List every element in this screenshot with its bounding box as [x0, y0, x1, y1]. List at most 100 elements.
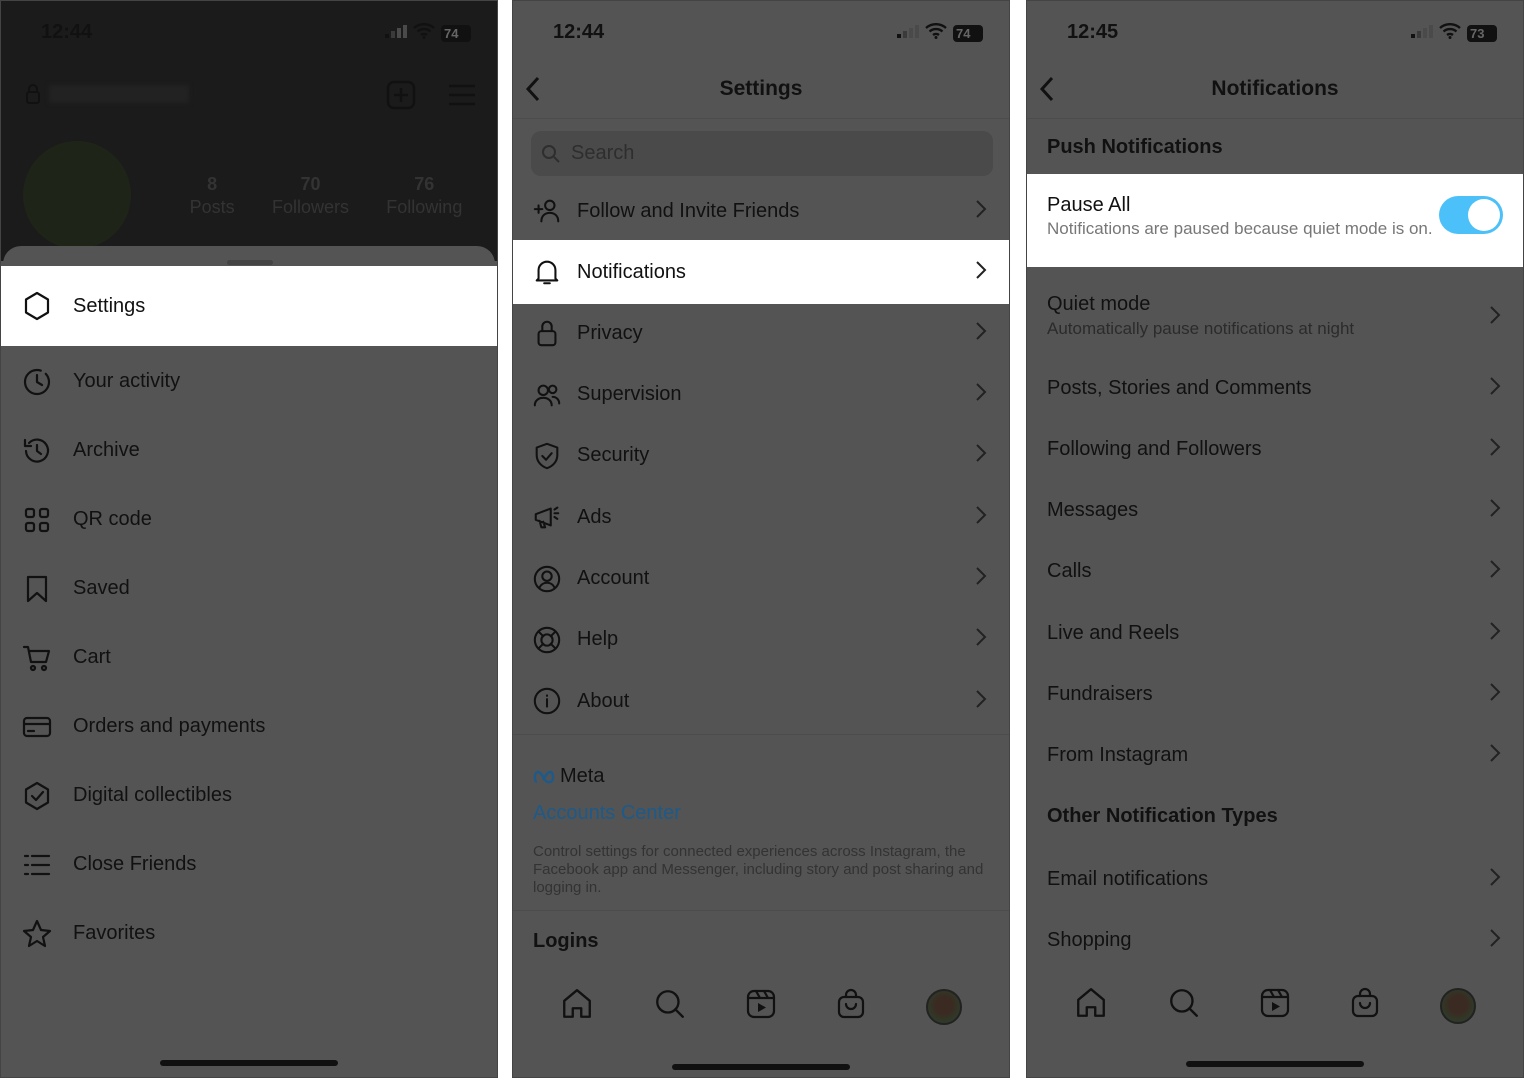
wifi-icon — [1439, 23, 1461, 44]
divider — [513, 910, 1009, 911]
notification-item-fundraisers[interactable]: Fundraisers — [1027, 665, 1523, 725]
bookmark-icon — [21, 573, 53, 605]
divider — [513, 118, 1009, 119]
settings-item-help[interactable]: Help — [513, 608, 1009, 672]
settings-item-label: Ads — [577, 505, 612, 528]
menu-item-orders-and-payments[interactable]: Orders and payments — [1, 692, 497, 761]
quiet-mode-row[interactable]: Quiet mode Automatically pause notificat… — [1027, 287, 1523, 347]
menu-item-digital-collectibles[interactable]: Digital collectibles — [1, 761, 497, 830]
menu-item-saved[interactable]: Saved — [1, 554, 497, 623]
settings-item-about[interactable]: About — [513, 669, 1009, 733]
stat-followers[interactable]: 70 Followers — [272, 173, 349, 219]
toggle-knob — [1468, 199, 1500, 231]
reels-icon[interactable] — [1259, 987, 1291, 1024]
search-input[interactable]: Search — [531, 131, 993, 176]
shop-icon[interactable] — [1349, 987, 1381, 1024]
search-icon[interactable] — [653, 987, 687, 1026]
stat-posts[interactable]: 8 Posts — [190, 173, 235, 219]
stat-following[interactable]: 76 Following — [386, 173, 462, 219]
notification-item-live-and-reels[interactable]: Live and Reels — [1027, 603, 1523, 663]
notification-item-posts-stories-and-comments[interactable]: Posts, Stories and Comments — [1027, 358, 1523, 418]
menu-item-label: Settings — [73, 294, 146, 317]
sheet-handle[interactable] — [227, 260, 273, 265]
menu-item-label: Archive — [73, 439, 140, 461]
notification-item-email-notifications[interactable]: Email notifications — [1027, 849, 1523, 909]
lock-icon — [531, 317, 563, 349]
battery-icon: 74 — [953, 25, 983, 42]
chevron-right-icon — [975, 443, 987, 468]
people-icon — [531, 379, 563, 411]
settings-item-follow-and-invite-friends[interactable]: Follow and Invite Friends — [513, 179, 1009, 243]
stat-label: Following — [386, 197, 463, 217]
profile-avatar[interactable] — [925, 988, 962, 1025]
settings-item-security[interactable]: Security — [513, 424, 1009, 488]
menu-item-favorites[interactable]: Favorites — [1, 899, 497, 968]
settings-item-ads[interactable]: Ads — [513, 485, 1009, 549]
chevron-right-icon — [1489, 867, 1501, 892]
page-title: Settings — [719, 77, 803, 100]
status-icons: 73 — [1411, 23, 1497, 44]
menu-item-label: Digital collectibles — [73, 784, 232, 806]
other-notification-types-header: Other Notification Types — [1047, 805, 1278, 827]
settings-item-notifications[interactable]: Notifications — [513, 240, 1009, 304]
create-icon[interactable] — [386, 80, 416, 115]
notification-item-label: Messages — [1047, 499, 1139, 522]
pause-all-row[interactable]: Pause All Notifications are paused becau… — [1027, 174, 1523, 267]
shop-icon[interactable] — [835, 988, 867, 1025]
menu-item-qr-code[interactable]: QR code — [1, 485, 497, 554]
notification-item-shopping[interactable]: Shopping — [1027, 910, 1523, 970]
pause-all-label: Pause All — [1047, 194, 1131, 216]
menu-item-label: Orders and payments — [73, 715, 266, 737]
settings-item-label: Help — [577, 628, 619, 651]
megaphone-icon — [531, 501, 563, 533]
notification-item-calls[interactable]: Calls — [1027, 542, 1523, 602]
quiet-mode-label: Quiet mode — [1047, 293, 1151, 315]
chevron-right-icon — [1489, 682, 1501, 707]
chevron-right-icon — [1489, 376, 1501, 401]
settings-item-account[interactable]: Account — [513, 547, 1009, 611]
reels-icon[interactable] — [745, 988, 777, 1025]
stat-value: 8 — [207, 174, 218, 194]
chevron-right-icon — [975, 382, 987, 407]
menu-item-cart[interactable]: Cart — [1, 623, 497, 692]
settings-item-supervision[interactable]: Supervision — [513, 363, 1009, 427]
home-icon[interactable] — [1074, 986, 1108, 1025]
shield-icon — [531, 440, 563, 472]
avatar[interactable] — [23, 141, 131, 249]
settings-item-label: Security — [577, 444, 650, 467]
accounts-center-link[interactable]: Accounts Center — [533, 802, 681, 825]
star-icon — [21, 918, 53, 950]
hamburger-menu-icon[interactable] — [448, 83, 476, 112]
menu-item-label: Cart — [73, 646, 111, 668]
qr-code-icon — [21, 504, 53, 536]
home-indicator — [160, 1060, 338, 1066]
menu-item-your-activity[interactable]: Your activity — [1, 347, 497, 416]
search-icon — [542, 144, 560, 163]
notification-item-from-instagram[interactable]: From Instagram — [1027, 726, 1523, 786]
chevron-right-icon — [975, 260, 987, 285]
profile-menu-screen: 12:44 74 8 Posts 70 Followers 76 Following Se… — [0, 0, 498, 1078]
wifi-icon — [925, 23, 947, 44]
home-icon[interactable] — [560, 987, 594, 1026]
pause-all-toggle[interactable] — [1439, 196, 1503, 234]
notification-item-label: Live and Reels — [1047, 621, 1180, 644]
signal-icon — [897, 24, 919, 43]
profile-avatar[interactable] — [1439, 987, 1476, 1024]
battery-icon: 74 — [441, 25, 471, 42]
signal-icon — [1411, 24, 1433, 43]
menu-item-label: QR code — [73, 508, 152, 530]
stat-value: 70 — [300, 174, 321, 194]
chevron-right-icon — [1489, 743, 1501, 768]
notification-item-messages[interactable]: Messages — [1027, 481, 1523, 541]
menu-item-label: Your activity — [73, 370, 181, 392]
search-icon[interactable] — [1167, 986, 1201, 1025]
menu-item-close-friends[interactable]: Close Friends — [1, 830, 497, 899]
notification-item-following-and-followers[interactable]: Following and Followers — [1027, 419, 1523, 479]
menu-item-archive[interactable]: Archive — [1, 416, 497, 485]
chevron-right-icon — [1489, 559, 1501, 584]
quiet-mode-description: Automatically pause notifications at nig… — [1047, 319, 1355, 338]
archive-icon — [21, 435, 53, 467]
menu-item-settings[interactable]: Settings — [1, 266, 497, 346]
settings-item-privacy[interactable]: Privacy — [513, 301, 1009, 365]
pause-all-description: Notifications are paused because quiet m… — [1047, 219, 1433, 238]
